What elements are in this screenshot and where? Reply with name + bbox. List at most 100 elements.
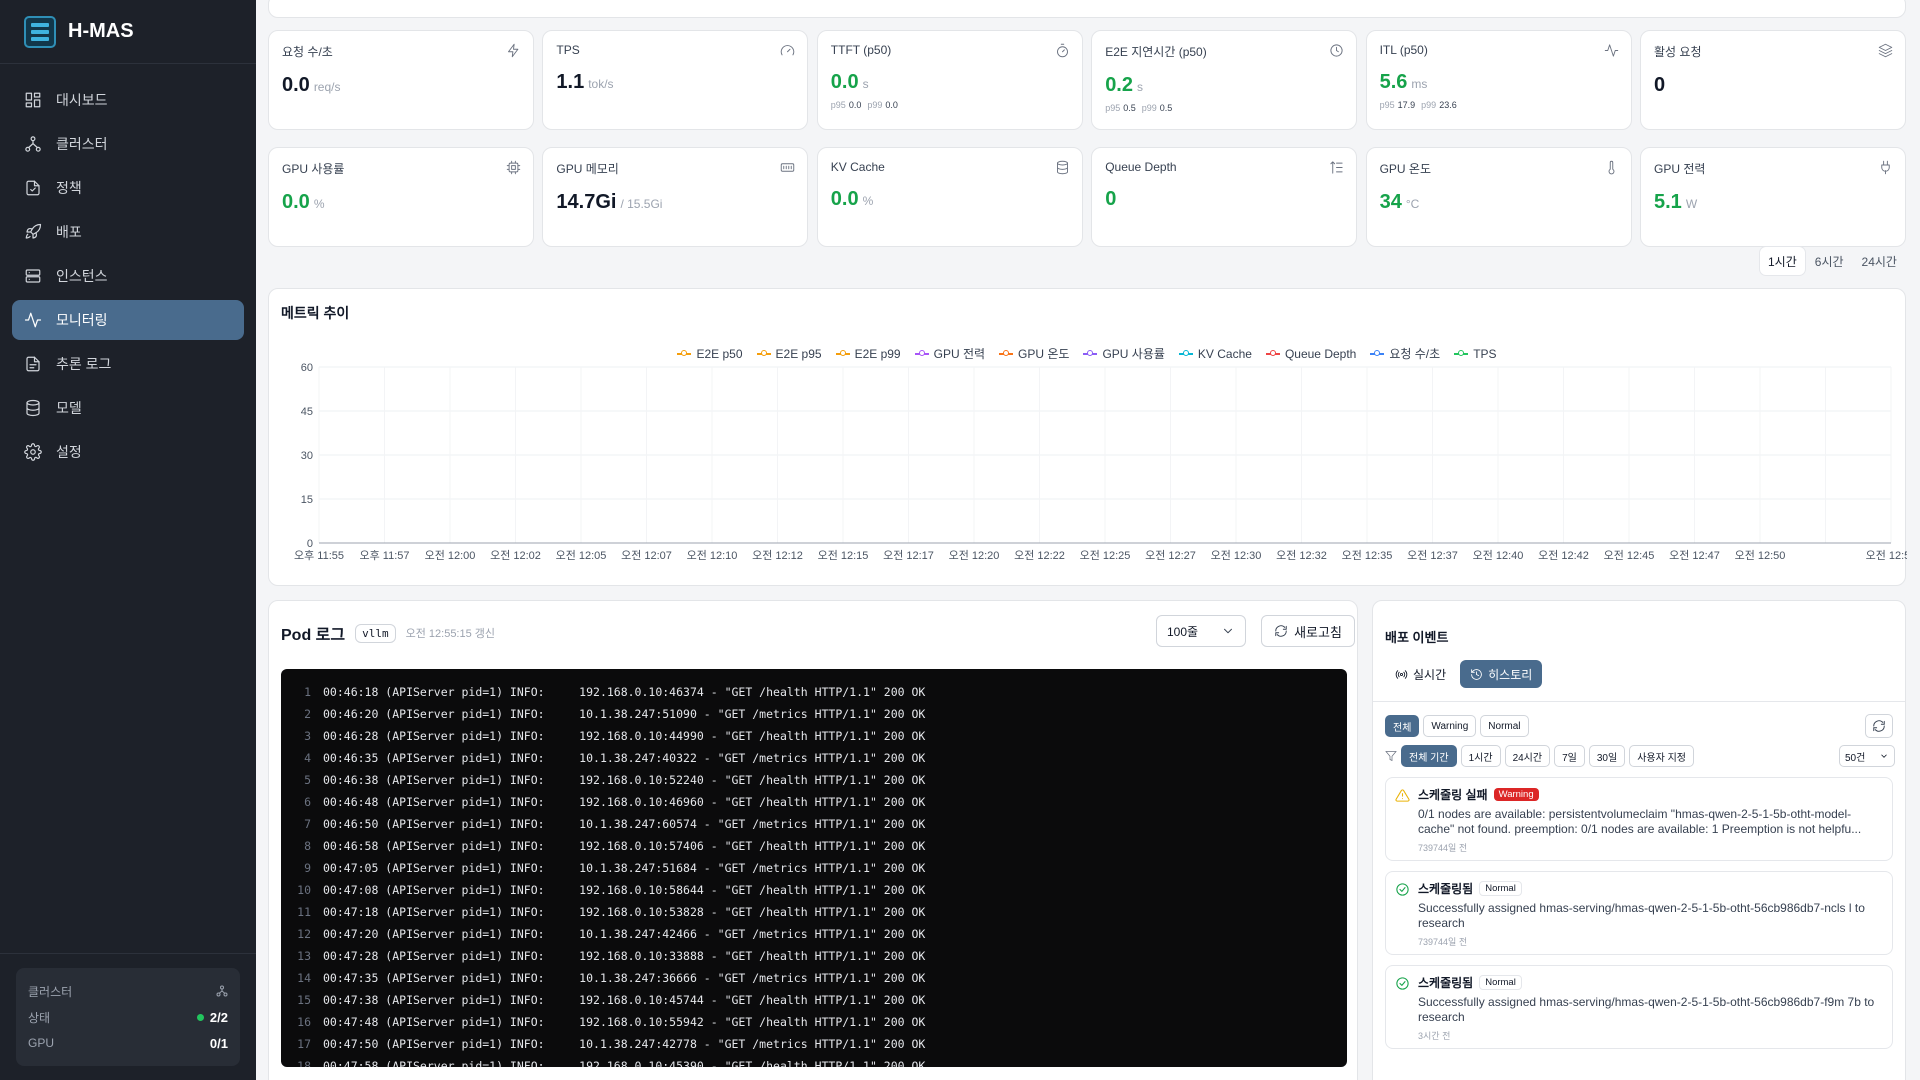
x-tick-label: 오전 12:02 bbox=[490, 549, 541, 562]
events-tab[interactable]: 히스토리 bbox=[1460, 660, 1543, 688]
sidebar-item-dashboard[interactable]: 대시보드 bbox=[12, 80, 244, 120]
list-icon bbox=[1330, 161, 1343, 174]
sidebar-item-monitoring[interactable]: 모니터링 bbox=[12, 300, 244, 340]
sidebar-item-label: 모니터링 bbox=[56, 312, 108, 328]
metric-card: GPU 메모리 14.7Gi/ 15.5Gi bbox=[542, 147, 809, 247]
x-tick-label: 오전 12:32 bbox=[1276, 549, 1327, 562]
activity-icon bbox=[1604, 44, 1618, 57]
sidebar-item-label: 대시보드 bbox=[56, 92, 108, 108]
metric-label: ITL (p50) bbox=[1379, 43, 1428, 57]
log-line-text: 00:47:28 (APIServer pid=1) INFO: 192.168… bbox=[323, 949, 926, 963]
sidebar-item-instance[interactable]: 인스턴스 bbox=[12, 256, 244, 296]
range-tab[interactable]: 1시간 bbox=[1760, 247, 1805, 275]
metric-card: KV Cache 0.0% bbox=[816, 147, 1083, 247]
refresh-label: 새로고침 bbox=[1294, 624, 1342, 640]
log-line-number: 12 bbox=[297, 927, 311, 941]
event-count-select[interactable]: 50건 bbox=[1839, 745, 1895, 767]
metric-unit: / 15.5Gi bbox=[620, 197, 663, 211]
sidebar-item-policy[interactable]: 정책 bbox=[12, 168, 244, 208]
log-icon bbox=[26, 356, 40, 372]
event-header: 스케줄링됨 Normal bbox=[1418, 974, 1884, 991]
events-title: 배포 이벤트 bbox=[1385, 630, 1449, 645]
log-line-number: 18 bbox=[297, 1059, 311, 1067]
log-line: 10 00:47:08 (APIServer pid=1) INFO: 192.1… bbox=[281, 879, 1347, 901]
metric-value: 14.7Gi bbox=[556, 191, 617, 213]
time-range-tabs: 1시간 6시간 24시간 bbox=[1760, 247, 1905, 275]
type-filter-chip[interactable]: 전체 bbox=[1385, 715, 1420, 737]
metric-unit: s bbox=[862, 77, 869, 91]
log-line-text: 00:46:28 (APIServer pid=1) INFO: 192.168… bbox=[323, 729, 926, 743]
events-refresh-button[interactable] bbox=[1865, 714, 1893, 738]
time-filter-chip[interactable]: 30일 bbox=[1588, 745, 1626, 767]
refresh-button[interactable]: 새로고침 bbox=[1261, 615, 1355, 647]
metric-label: 활성 요청 bbox=[1654, 45, 1702, 59]
type-filter-chip[interactable]: Normal bbox=[1480, 715, 1529, 737]
log-line-number: 1 bbox=[304, 685, 311, 699]
sidebar-item-model[interactable]: 모델 bbox=[12, 388, 244, 428]
event-title: 스케줄링됨 bbox=[1418, 976, 1474, 990]
log-line: 3 00:46:28 (APIServer pid=1) INFO: 192.16… bbox=[281, 725, 1347, 747]
sidebar-item-settings[interactable]: 설정 bbox=[12, 432, 244, 472]
log-line-number: 2 bbox=[304, 707, 311, 721]
x-tick-label: 오후 11:55 bbox=[294, 549, 344, 562]
log-line-number: 14 bbox=[297, 971, 311, 985]
sidebar-footer: 클러스터 상태 2/2 GPU 0/1 bbox=[0, 953, 256, 1080]
metric-value-row: 34 °C bbox=[1380, 191, 1618, 214]
event-item[interactable]: 스케줄링됨 Normal Successfully assigned hmas-se… bbox=[1385, 965, 1893, 1049]
x-tick-label: 오전 12:22 bbox=[1014, 549, 1065, 562]
sidebar-item-cluster[interactable]: 클러스터 bbox=[12, 124, 244, 164]
time-filter-chip[interactable]: 1시간 bbox=[1460, 745, 1501, 767]
event-message: 0/1 nodes are available: persistentvolum… bbox=[1418, 807, 1862, 836]
p99-label: p99 bbox=[1141, 103, 1157, 113]
sidebar-item-inference-log[interactable]: 추론 로그 bbox=[12, 344, 244, 384]
x-tick-label: 오전 12:07 bbox=[621, 549, 672, 562]
p99-label: p99 bbox=[867, 100, 883, 110]
type-filter-chip[interactable]: Warning bbox=[1423, 715, 1477, 737]
line-count-select[interactable]: 100줄 bbox=[1156, 615, 1246, 647]
time-filter-chip[interactable]: 전체 기간 bbox=[1401, 745, 1457, 767]
metric-card: GPU 온도 34 °C bbox=[1365, 147, 1632, 247]
chevron-down-icon bbox=[1881, 754, 1887, 758]
x-tick-label: 오전 12:25 bbox=[1080, 549, 1131, 562]
log-line-text: 00:47:05 (APIServer pid=1) INFO: 10.1.38… bbox=[323, 861, 926, 875]
zap-icon bbox=[508, 43, 519, 58]
warning-icon bbox=[1395, 789, 1410, 802]
x-tick-label: 오전 12:20 bbox=[949, 549, 1000, 562]
metric-value-row: 0.0% bbox=[831, 188, 1069, 211]
event-item[interactable]: 스케줄링됨 Normal Successfully assigned hmas-se… bbox=[1385, 871, 1893, 955]
sidebar-item-deploy[interactable]: 배포 bbox=[12, 212, 244, 252]
deploy-events-card: 배포 이벤트 실시간 히스토리 전체 Warning Normal 전체 기간 1시간 2… bbox=[1372, 600, 1906, 1080]
metric-value-row: 0 bbox=[1105, 188, 1343, 211]
log-line-text: 00:46:35 (APIServer pid=1) INFO: 10.1.38… bbox=[323, 751, 926, 765]
log-line: 7 00:46:50 (APIServer pid=1) INFO: 10.1.3… bbox=[281, 813, 1347, 835]
metric-value: 0.0 bbox=[830, 188, 859, 210]
log-viewer[interactable]: 1 00:46:18 (APIServer pid=1) INFO: 192.16… bbox=[281, 669, 1347, 1067]
metric-label: 요청 수/초 bbox=[282, 45, 333, 59]
x-tick-label: 오전 12:17 bbox=[883, 549, 934, 562]
log-line: 2 00:46:20 (APIServer pid=1) INFO: 10.1.3… bbox=[281, 703, 1347, 725]
log-line: 1 00:46:18 (APIServer pid=1) INFO: 192.16… bbox=[281, 681, 1347, 703]
metric-unit: % bbox=[313, 197, 325, 211]
log-line-text: 00:46:50 (APIServer pid=1) INFO: 10.1.38… bbox=[323, 817, 926, 831]
events-tab[interactable]: 실시간 bbox=[1385, 660, 1456, 688]
log-line-number: 4 bbox=[304, 751, 311, 765]
range-tab[interactable]: 6시간 bbox=[1807, 247, 1852, 275]
time-filter-chip[interactable]: 사용자 지정 bbox=[1629, 745, 1694, 767]
x-tick-label: 오전 12:30 bbox=[1211, 549, 1262, 562]
log-line-text: 00:47:08 (APIServer pid=1) INFO: 192.168… bbox=[323, 883, 926, 897]
x-tick-label: 오전 12:10 bbox=[687, 549, 738, 562]
log-line-text: 00:47:58 (APIServer pid=1) INFO: 192.168… bbox=[323, 1059, 926, 1067]
sidebar-item-label: 추론 로그 bbox=[56, 356, 112, 372]
brand[interactable]: H-MAS bbox=[0, 0, 256, 64]
time-filter-chip[interactable]: 7일 bbox=[1554, 745, 1585, 767]
cluster-status-title: 클러스터 bbox=[28, 984, 73, 999]
cluster-state-value: 2/2 bbox=[209, 1009, 228, 1025]
metric-value-row: 0 bbox=[1654, 74, 1892, 97]
event-item[interactable]: 스케줄링 실패 Warning 0/1 nodes are available: p… bbox=[1385, 777, 1893, 861]
time-filter-chip[interactable]: 24시간 bbox=[1504, 745, 1551, 767]
range-tab[interactable]: 24시간 bbox=[1854, 247, 1905, 275]
cluster-state-label: 상태 bbox=[28, 1010, 51, 1025]
gear-icon bbox=[24, 443, 42, 461]
event-time: 739744일 전 bbox=[1418, 937, 1468, 947]
pod-log-title: Pod 로그 bbox=[281, 627, 346, 644]
